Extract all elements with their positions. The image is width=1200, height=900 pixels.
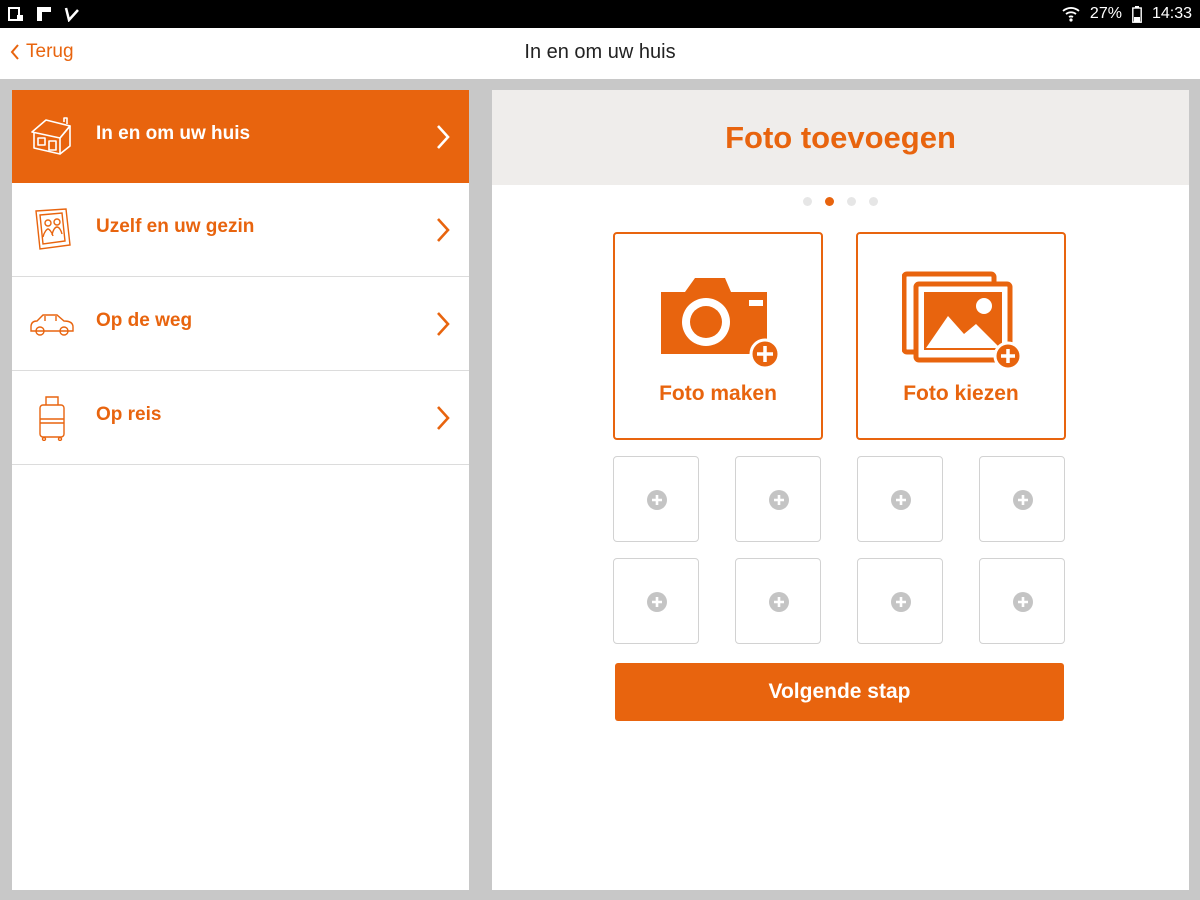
page-dot-active — [825, 197, 834, 206]
plus-circle-icon — [1013, 592, 1033, 612]
plus-circle-icon — [891, 490, 911, 510]
choose-photo-label: Foto kiezen — [903, 382, 1019, 405]
sidebar-item-reis[interactable]: Op reis — [12, 371, 469, 465]
sidebar-item-weg[interactable]: Op de weg — [12, 277, 469, 371]
panel-header: Foto toevoegen — [492, 90, 1189, 185]
panel-title: Foto toevoegen — [725, 119, 956, 155]
battery-percent: 27% — [1089, 5, 1122, 22]
plus-circle-icon — [891, 592, 911, 612]
system-icons: 27% 14:33 — [1062, 5, 1192, 23]
page-dot — [869, 197, 878, 206]
plus-circle-icon — [1013, 490, 1033, 510]
category-sidebar: In en om uw huis Uzelf en uw gezin Op de… — [12, 90, 469, 890]
page-indicator — [492, 197, 1189, 206]
wifi-icon — [1062, 7, 1080, 22]
notification-icons — [8, 6, 80, 22]
photo-slot[interactable] — [857, 456, 943, 542]
plus-circle-icon — [769, 490, 789, 510]
house-icon — [31, 117, 71, 155]
battery-icon — [1132, 5, 1142, 23]
page-dot — [803, 197, 812, 206]
take-photo-label: Foto maken — [659, 382, 777, 405]
photo-slot[interactable] — [735, 456, 821, 542]
sidebar-item-label: Op de weg — [96, 310, 193, 331]
photo-slot[interactable] — [857, 558, 943, 644]
app-bar: Terug In en om uw huis — [0, 28, 1200, 79]
photo-slot[interactable] — [613, 558, 699, 644]
checkmark-notification-icon — [64, 7, 79, 22]
next-step-button[interactable]: Volgende stap — [615, 663, 1064, 721]
plus-circle-icon — [769, 592, 789, 612]
flipboard-icon — [37, 7, 51, 21]
sidebar-item-label: Uzelf en uw gezin — [96, 216, 255, 237]
page-title: In en om uw huis — [524, 41, 676, 63]
suitcase-icon — [39, 396, 65, 441]
chevron-right-icon — [437, 312, 450, 336]
screenshot-icon — [8, 7, 23, 21]
chevron-right-icon — [437, 406, 450, 430]
sidebar-item-label: In en om uw huis — [96, 123, 251, 144]
car-icon — [30, 314, 74, 336]
clock: 14:33 — [1151, 5, 1192, 22]
chevron-right-icon — [437, 125, 450, 149]
sidebar-item-gezin[interactable]: Uzelf en uw gezin — [12, 183, 469, 277]
sidebar-item-label: Op reis — [96, 404, 162, 425]
photo-slot[interactable] — [735, 558, 821, 644]
page-dot — [847, 197, 856, 206]
status-bar: 27% 14:33 — [0, 0, 1200, 28]
take-photo-button[interactable]: Foto maken — [613, 232, 823, 440]
plus-circle-icon — [647, 592, 667, 612]
chevron-right-icon — [437, 218, 450, 242]
photo-slot[interactable] — [979, 456, 1065, 542]
plus-circle-icon — [647, 490, 667, 510]
choose-photo-button[interactable]: Foto kiezen — [856, 232, 1066, 440]
gallery-add-icon — [902, 271, 1023, 370]
photo-slot[interactable] — [613, 456, 699, 542]
camera-add-icon — [661, 278, 781, 370]
photo-slot[interactable] — [979, 558, 1065, 644]
sidebar-item-huis[interactable]: In en om uw huis — [12, 90, 469, 183]
family-frame-icon — [35, 208, 71, 250]
photo-panel: Foto toevoegen Foto maken Foto kiezen Vo… — [492, 90, 1189, 890]
